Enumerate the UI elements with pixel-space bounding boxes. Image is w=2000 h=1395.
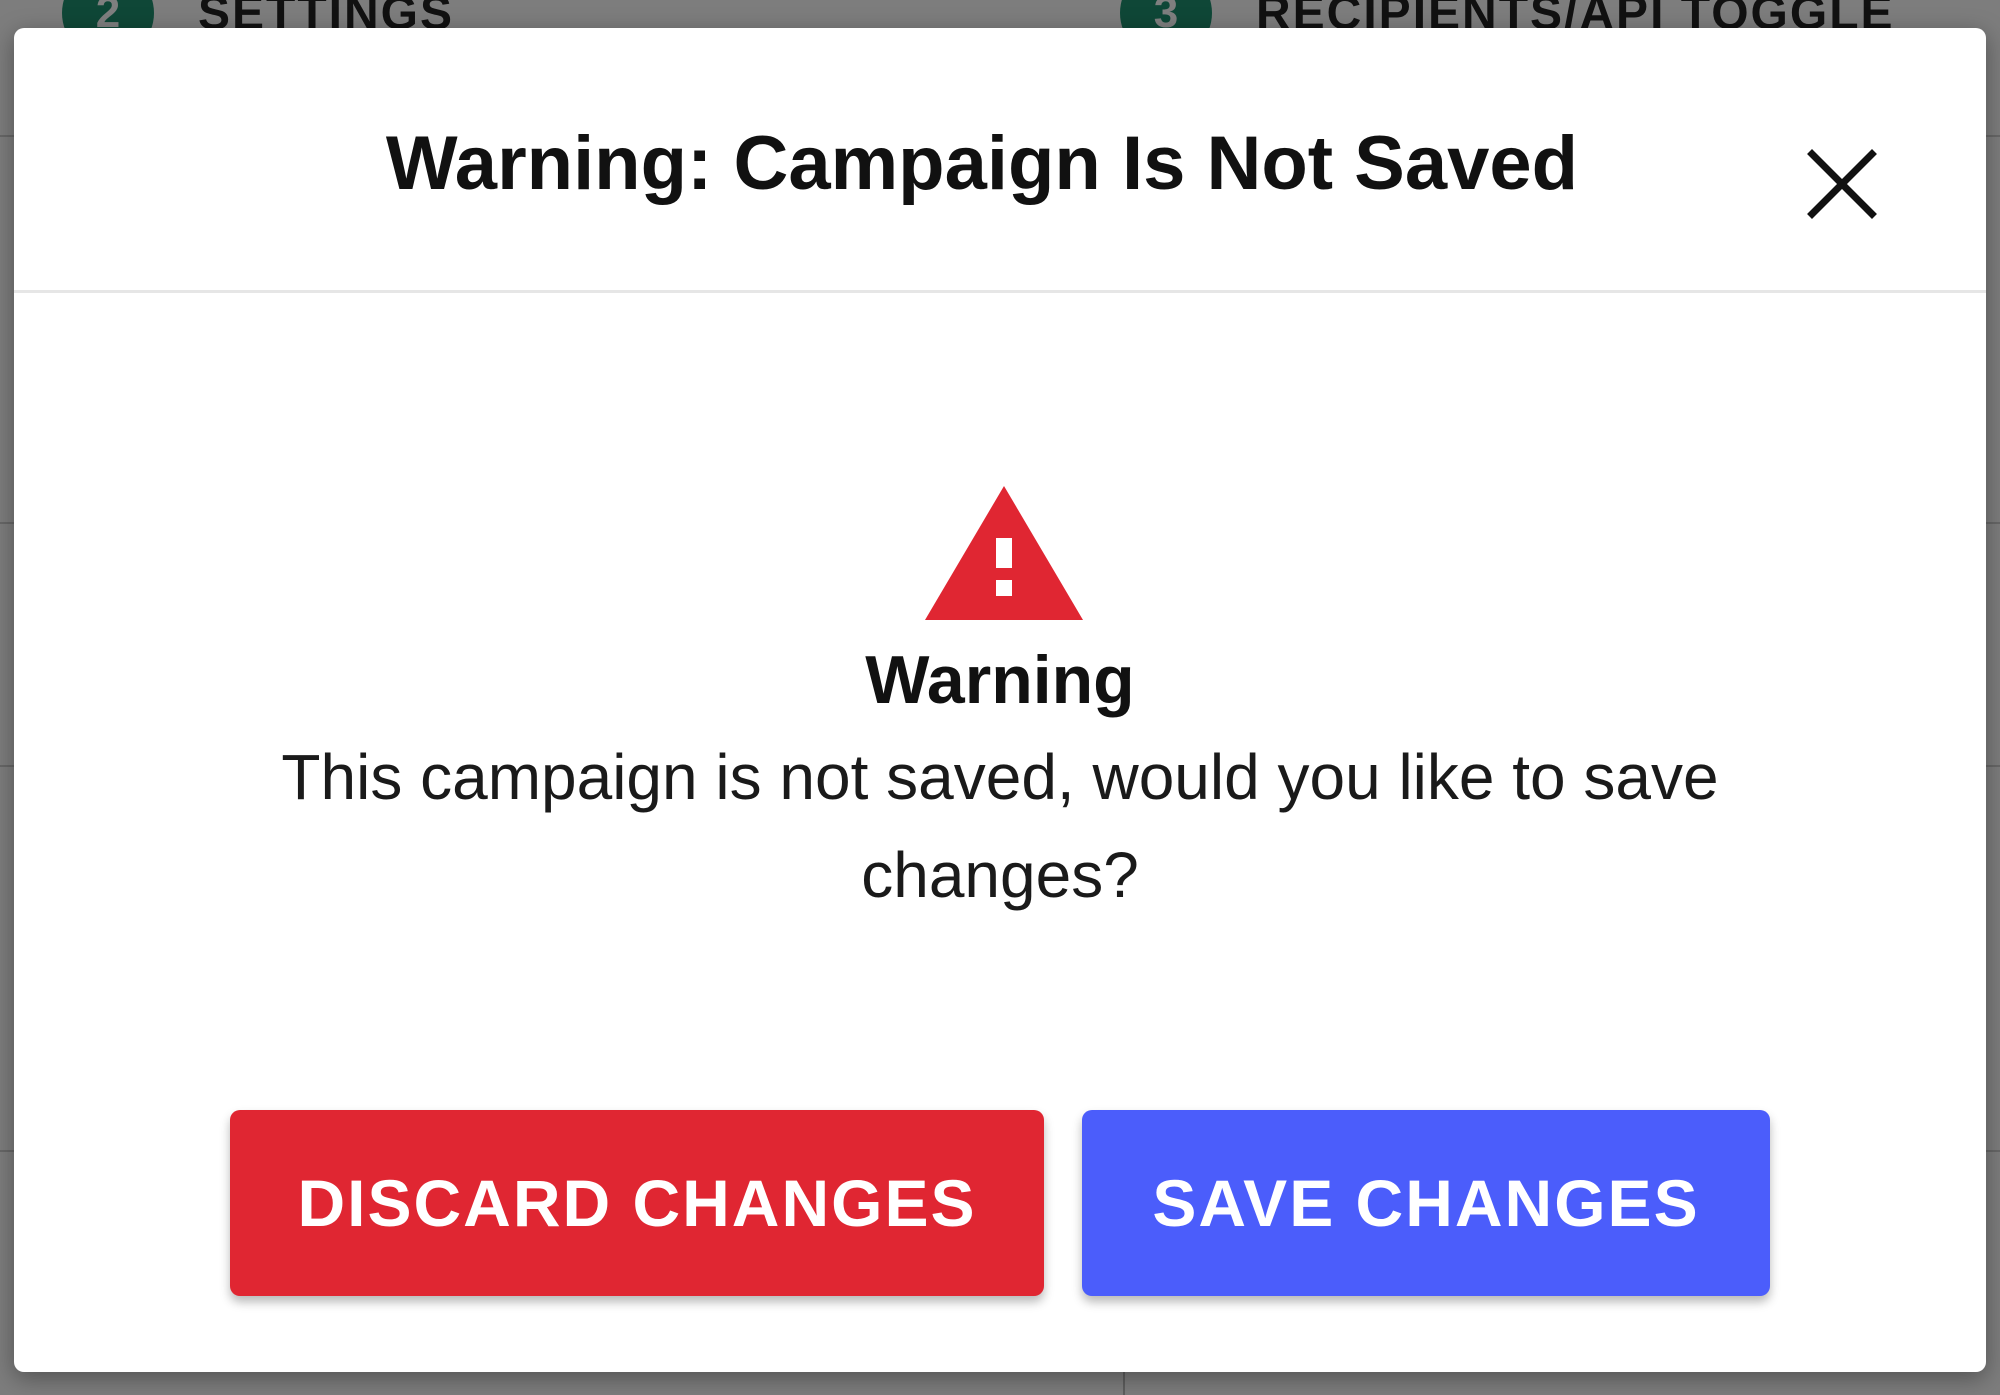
dialog-body: Warning This campaign is not saved, woul… xyxy=(14,296,1986,1372)
warning-heading: Warning xyxy=(865,642,1135,718)
save-changes-button[interactable]: SAVE CHANGES xyxy=(1082,1110,1770,1296)
dialog-title: Warning: Campaign Is Not Saved xyxy=(385,121,1579,206)
close-icon[interactable] xyxy=(1804,146,1880,222)
dialog-header: Warning: Campaign Is Not Saved xyxy=(14,28,1986,293)
unsaved-campaign-dialog: Warning: Campaign Is Not Saved Warning T… xyxy=(14,28,1986,1372)
warning-message: This campaign is not saved, would you li… xyxy=(281,741,1719,911)
warning-triangle-icon xyxy=(925,486,1083,620)
discard-changes-button[interactable]: DISCARD CHANGES xyxy=(230,1110,1044,1296)
